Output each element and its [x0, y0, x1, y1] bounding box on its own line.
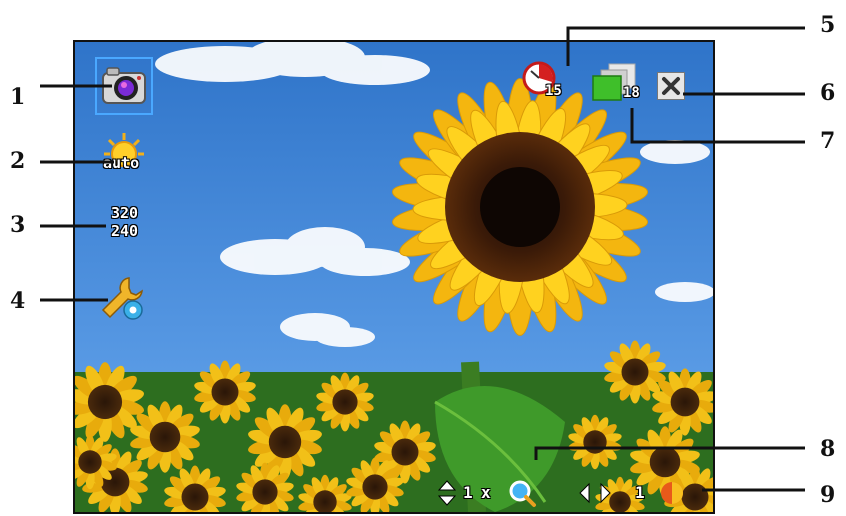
remaining-shots: 18	[623, 85, 640, 101]
zoom-icon	[509, 480, 536, 507]
sunflower-photo	[75, 42, 713, 512]
wrench-gear-icon	[101, 277, 143, 320]
brightness-icon	[661, 482, 683, 504]
zoom-up-down-icon	[437, 480, 457, 506]
callout-number-7: 7	[820, 128, 836, 154]
self-timer-button[interactable]: 15	[521, 60, 565, 104]
camera-viewfinder: auto 320 240 15 18 1 x 1	[73, 40, 715, 514]
zoom-control[interactable]: 1 x	[437, 478, 547, 508]
left-right-arrows-icon	[579, 482, 611, 504]
resolution-button[interactable]: 320 240	[101, 204, 151, 248]
callout-number-1: 1	[10, 84, 26, 110]
close-button[interactable]	[657, 72, 685, 100]
storage-indicator: 18	[589, 62, 645, 104]
white-balance-button[interactable]: auto	[99, 130, 149, 180]
callout-number-5: 5	[820, 12, 836, 38]
camera-icon	[102, 67, 146, 104]
resolution-height: 240	[111, 222, 139, 240]
camera-mode-button[interactable]	[95, 57, 153, 115]
resolution-width: 320	[111, 204, 139, 222]
zoom-unit: x	[481, 483, 491, 502]
callout-number-6: 6	[820, 80, 836, 106]
self-timer-value: 15	[545, 83, 562, 99]
callout-number-4: 4	[10, 288, 26, 314]
callout-number-3: 3	[10, 212, 26, 238]
brightness-level: 1	[635, 483, 645, 502]
brightness-control[interactable]: 1	[577, 478, 697, 508]
callout-number-2: 2	[10, 148, 26, 174]
close-icon	[662, 77, 680, 95]
callout-number-9: 9	[820, 482, 836, 508]
zoom-level: 1	[463, 483, 473, 502]
callout-number-8: 8	[820, 436, 836, 462]
white-balance-label: auto	[103, 154, 140, 172]
settings-button[interactable]	[99, 274, 147, 322]
